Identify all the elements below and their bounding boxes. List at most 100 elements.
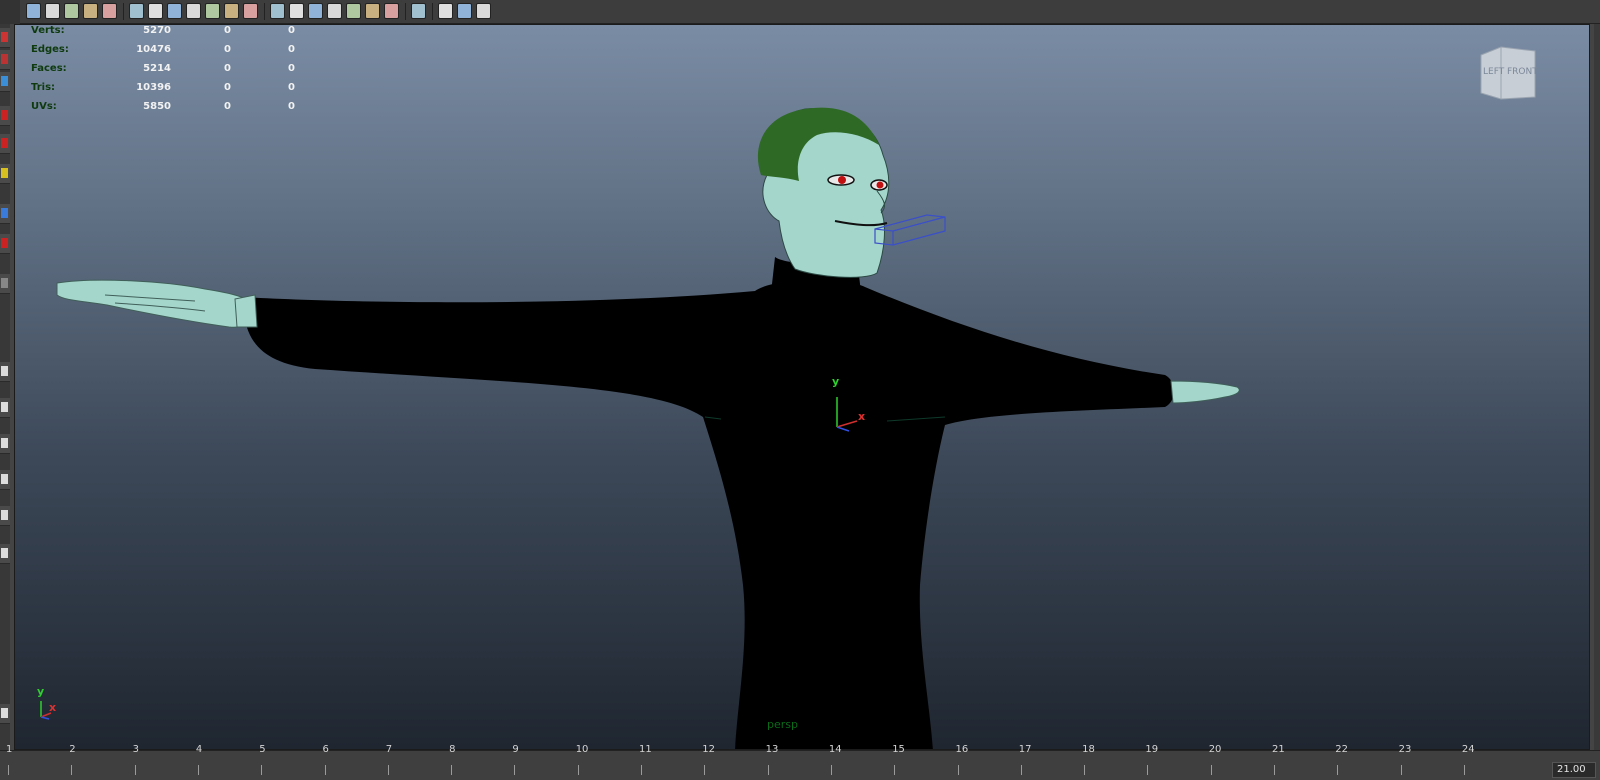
timeline-tick-label: 11 xyxy=(639,744,652,755)
toolbar-separator xyxy=(405,3,406,20)
shadows-icon[interactable] xyxy=(289,3,304,19)
select-camera-icon[interactable] xyxy=(411,3,426,19)
timeline-tick-label: 5 xyxy=(259,744,266,755)
timeline-tick-label: 7 xyxy=(385,744,393,755)
manipulator-button[interactable] xyxy=(0,204,10,224)
timeline-tick-label: 14 xyxy=(828,744,842,755)
image-plane-icon[interactable] xyxy=(64,3,79,19)
move-tool-button[interactable] xyxy=(0,106,10,126)
scale-tool-button[interactable] xyxy=(0,164,10,184)
timeline-tick xyxy=(1147,765,1149,775)
select-tool-button[interactable] xyxy=(0,28,10,48)
hud-value-selected: 0 xyxy=(224,44,231,55)
hud-value-selected: 0 xyxy=(224,101,231,112)
use-default-material-icon[interactable] xyxy=(224,3,239,19)
layout-four-icon xyxy=(1,402,8,412)
timeline-tick-label: 20 xyxy=(1208,744,1222,755)
rotate-tool-button[interactable] xyxy=(0,134,10,154)
timeline-tick-label: 3 xyxy=(132,744,139,755)
hud-value-total: 10476 xyxy=(136,44,171,55)
view-cube[interactable]: LEFT FRONT xyxy=(1477,45,1539,101)
timeline-tick xyxy=(387,765,389,775)
film-gate-icon[interactable] xyxy=(102,3,117,19)
light-bulb-icon[interactable] xyxy=(346,3,361,19)
timeline-tick-label: 1 xyxy=(6,744,13,755)
lights-icon[interactable] xyxy=(270,3,285,19)
hud-label: Verts: xyxy=(31,25,65,36)
origin-z-axis xyxy=(40,716,50,720)
layout-custom-button[interactable] xyxy=(0,704,10,724)
textured-icon[interactable] xyxy=(205,3,220,19)
move-tool-icon xyxy=(1,110,8,120)
timeline-tick xyxy=(1337,765,1339,775)
timeline-tick-label: 2 xyxy=(69,744,76,755)
graph-icon[interactable] xyxy=(476,3,491,19)
left-cuff xyxy=(234,294,258,328)
timeline-tick xyxy=(197,765,199,775)
anti-alias-icon[interactable] xyxy=(327,3,342,19)
layout-hypershade-button[interactable] xyxy=(0,544,10,564)
lasso-tool-icon xyxy=(1,54,8,64)
view-cube-left-face[interactable]: LEFT xyxy=(1483,67,1504,77)
select-tool-icon xyxy=(1,32,8,42)
camera-name: persp xyxy=(767,718,798,731)
layout-graph-icon xyxy=(1,510,8,520)
timeline-tick-label: 8 xyxy=(449,744,456,755)
texture-icon[interactable] xyxy=(243,3,258,19)
sphere-icon[interactable] xyxy=(365,3,380,19)
hud-value-component: 0 xyxy=(288,101,295,112)
toolbar-handle xyxy=(0,0,20,24)
smooth-shade-icon[interactable] xyxy=(148,3,163,19)
left-pupil xyxy=(876,181,884,189)
scale-tool-icon xyxy=(1,168,8,178)
grid-icon[interactable] xyxy=(83,3,98,19)
hud-label: Tris: xyxy=(31,82,56,93)
origin-y-label: y xyxy=(37,685,45,698)
layout-outliner-button[interactable] xyxy=(0,470,10,490)
hud-row: Tris: 10396 0 0 xyxy=(31,82,301,101)
tool-box xyxy=(0,24,10,750)
hud-value-total: 5270 xyxy=(143,25,171,36)
timeline-tick-label: 16 xyxy=(955,744,969,755)
timeline-tick-label: 6 xyxy=(322,744,329,755)
ambient-occlusion-icon[interactable] xyxy=(308,3,323,19)
gold-sphere-icon[interactable] xyxy=(384,3,399,19)
paint-select-icon xyxy=(1,76,8,86)
timeline-tick-label: 24 xyxy=(1461,744,1475,755)
layout-graph-button[interactable] xyxy=(0,506,10,526)
pivot-y-label: y xyxy=(832,375,840,388)
timeline-tick-label: 12 xyxy=(702,744,716,755)
wireframe-icon[interactable] xyxy=(129,3,144,19)
hud-value-total: 5850 xyxy=(143,101,171,112)
layout-single-button[interactable] xyxy=(0,362,10,382)
timeline-tick xyxy=(261,765,263,775)
timeline-tick xyxy=(704,765,706,775)
hud-value-component: 0 xyxy=(288,63,295,74)
bookmark-icon[interactable] xyxy=(45,3,60,19)
scene-render xyxy=(40,107,1240,749)
shade-all-icon[interactable] xyxy=(167,3,182,19)
timeline-tick xyxy=(1020,765,1022,775)
hud-row: Edges: 10476 0 0 xyxy=(31,44,301,63)
perspective-viewport[interactable]: y x y x Verts: 5270 0 0 Edges: 10476 0 0 Faces: 5… xyxy=(14,24,1590,750)
timeline-tick-label: 17 xyxy=(1018,744,1032,755)
layout-two-button[interactable] xyxy=(0,434,10,454)
paint-select-button[interactable] xyxy=(0,72,10,92)
layout-outliner-icon xyxy=(1,474,8,484)
timeline-tick-label: 13 xyxy=(765,744,779,755)
right-panel-edge xyxy=(1594,24,1600,750)
current-frame-field[interactable]: 21.00 xyxy=(1552,762,1596,778)
last-tool-button[interactable] xyxy=(0,274,10,294)
hud-label: Edges: xyxy=(31,44,69,55)
hud-value-total: 10396 xyxy=(136,82,171,93)
soft-mod-icon xyxy=(1,238,8,248)
xray-icon[interactable] xyxy=(457,3,472,19)
isolate-icon[interactable] xyxy=(438,3,453,19)
time-slider[interactable]: 1 2 3 4 5 6 7 8 9 10 11 12 13 14 15 16 17 18 19 20 21 22 23 24 … xyxy=(0,744,1600,780)
view-cube-front-face[interactable]: FRONT xyxy=(1507,67,1538,77)
lasso-tool-button[interactable] xyxy=(0,50,10,70)
layout-four-button[interactable] xyxy=(0,398,10,418)
camera-attr-icon[interactable] xyxy=(26,3,41,19)
soft-mod-button[interactable] xyxy=(0,234,10,254)
bounding-box-icon[interactable] xyxy=(186,3,201,19)
